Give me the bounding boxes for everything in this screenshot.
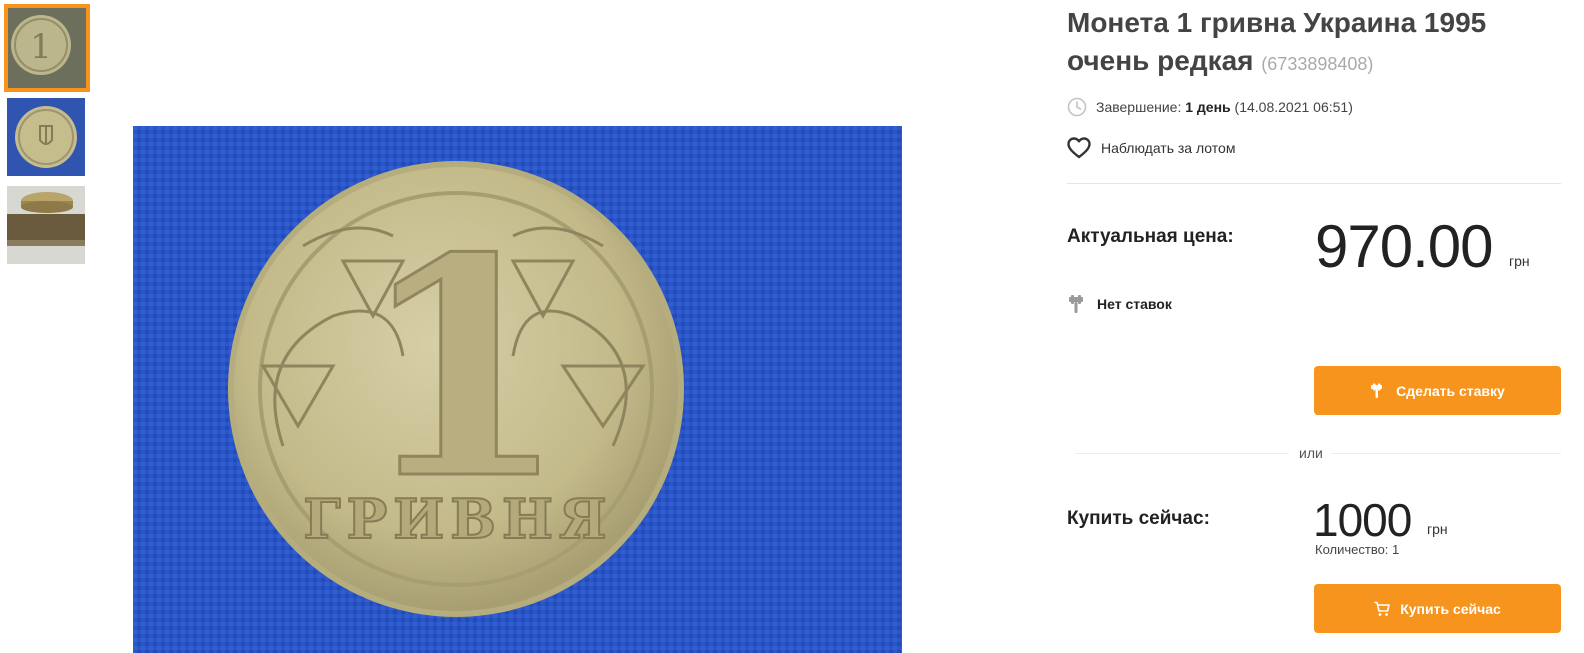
separator-line bbox=[1075, 453, 1289, 454]
or-text: или bbox=[1299, 445, 1323, 461]
bids-status-text: Нет ставок bbox=[1097, 296, 1172, 312]
main-lot-photo[interactable]: 1 ГРИВНЯ bbox=[133, 126, 902, 653]
bids-status: Нет ставок bbox=[1067, 294, 1561, 314]
coin-photo: 1 ГРИВНЯ bbox=[133, 126, 902, 653]
place-bid-button[interactable]: Сделать ставку bbox=[1314, 366, 1561, 415]
gavel-icon bbox=[1371, 383, 1383, 398]
separator-line bbox=[1331, 453, 1561, 454]
thumbnail-image bbox=[7, 186, 85, 264]
cart-icon bbox=[1374, 601, 1390, 616]
thumbnail-coin-reverse[interactable]: 1 bbox=[4, 4, 90, 92]
ending-datetime: (14.08.2021 06:51) bbox=[1234, 99, 1353, 115]
current-price-label: Актуальная цена: bbox=[1067, 226, 1234, 247]
clock-icon bbox=[1067, 97, 1087, 117]
svg-text:1: 1 bbox=[30, 27, 52, 67]
ending-info: Завершение: 1 день (14.08.2021 06:51) bbox=[1067, 97, 1561, 117]
lot-info-panel: Монета 1 гривна Украина 1995 очень редка… bbox=[1067, 0, 1561, 314]
thumbnail-image: 1 bbox=[8, 8, 86, 88]
lot-title: Монета 1 гривна Украина 1995 очень редка… bbox=[1067, 4, 1561, 83]
watch-lot-button[interactable]: Наблюдать за лотом bbox=[1067, 137, 1561, 159]
current-price-block: Актуальная цена: 970.00 грн bbox=[1067, 184, 1561, 282]
current-price-currency: грн bbox=[1509, 253, 1530, 269]
coin-inscription: ГРИВНЯ bbox=[303, 487, 612, 551]
buy-now-label: Купить сейчас: bbox=[1067, 508, 1210, 529]
lot-id: (6733898408) bbox=[1261, 54, 1374, 74]
thumbnail-coin-obverse[interactable] bbox=[7, 98, 85, 176]
gavel-icon bbox=[1069, 295, 1083, 313]
buy-now-quantity: Количество: 1 bbox=[1315, 542, 1400, 557]
buy-now-currency: грн bbox=[1427, 521, 1448, 537]
ending-label: Завершение: bbox=[1096, 99, 1182, 115]
thumbnail-strip: 1 bbox=[4, 4, 90, 274]
heart-icon bbox=[1067, 137, 1091, 159]
thumbnail-image bbox=[7, 98, 85, 176]
buy-now-button[interactable]: Купить сейчас bbox=[1314, 584, 1561, 633]
buy-now-price: 1000 bbox=[1313, 494, 1412, 546]
thumbnail-coin-edge[interactable] bbox=[7, 186, 85, 264]
current-price-value: 970.00 bbox=[1315, 213, 1494, 280]
buy-now-button-label: Купить сейчас bbox=[1400, 600, 1501, 617]
or-separator: или bbox=[1075, 445, 1561, 463]
watch-label: Наблюдать за лотом bbox=[1101, 140, 1236, 156]
place-bid-label: Сделать ставку bbox=[1396, 382, 1505, 399]
ending-remaining: 1 день bbox=[1185, 99, 1231, 115]
